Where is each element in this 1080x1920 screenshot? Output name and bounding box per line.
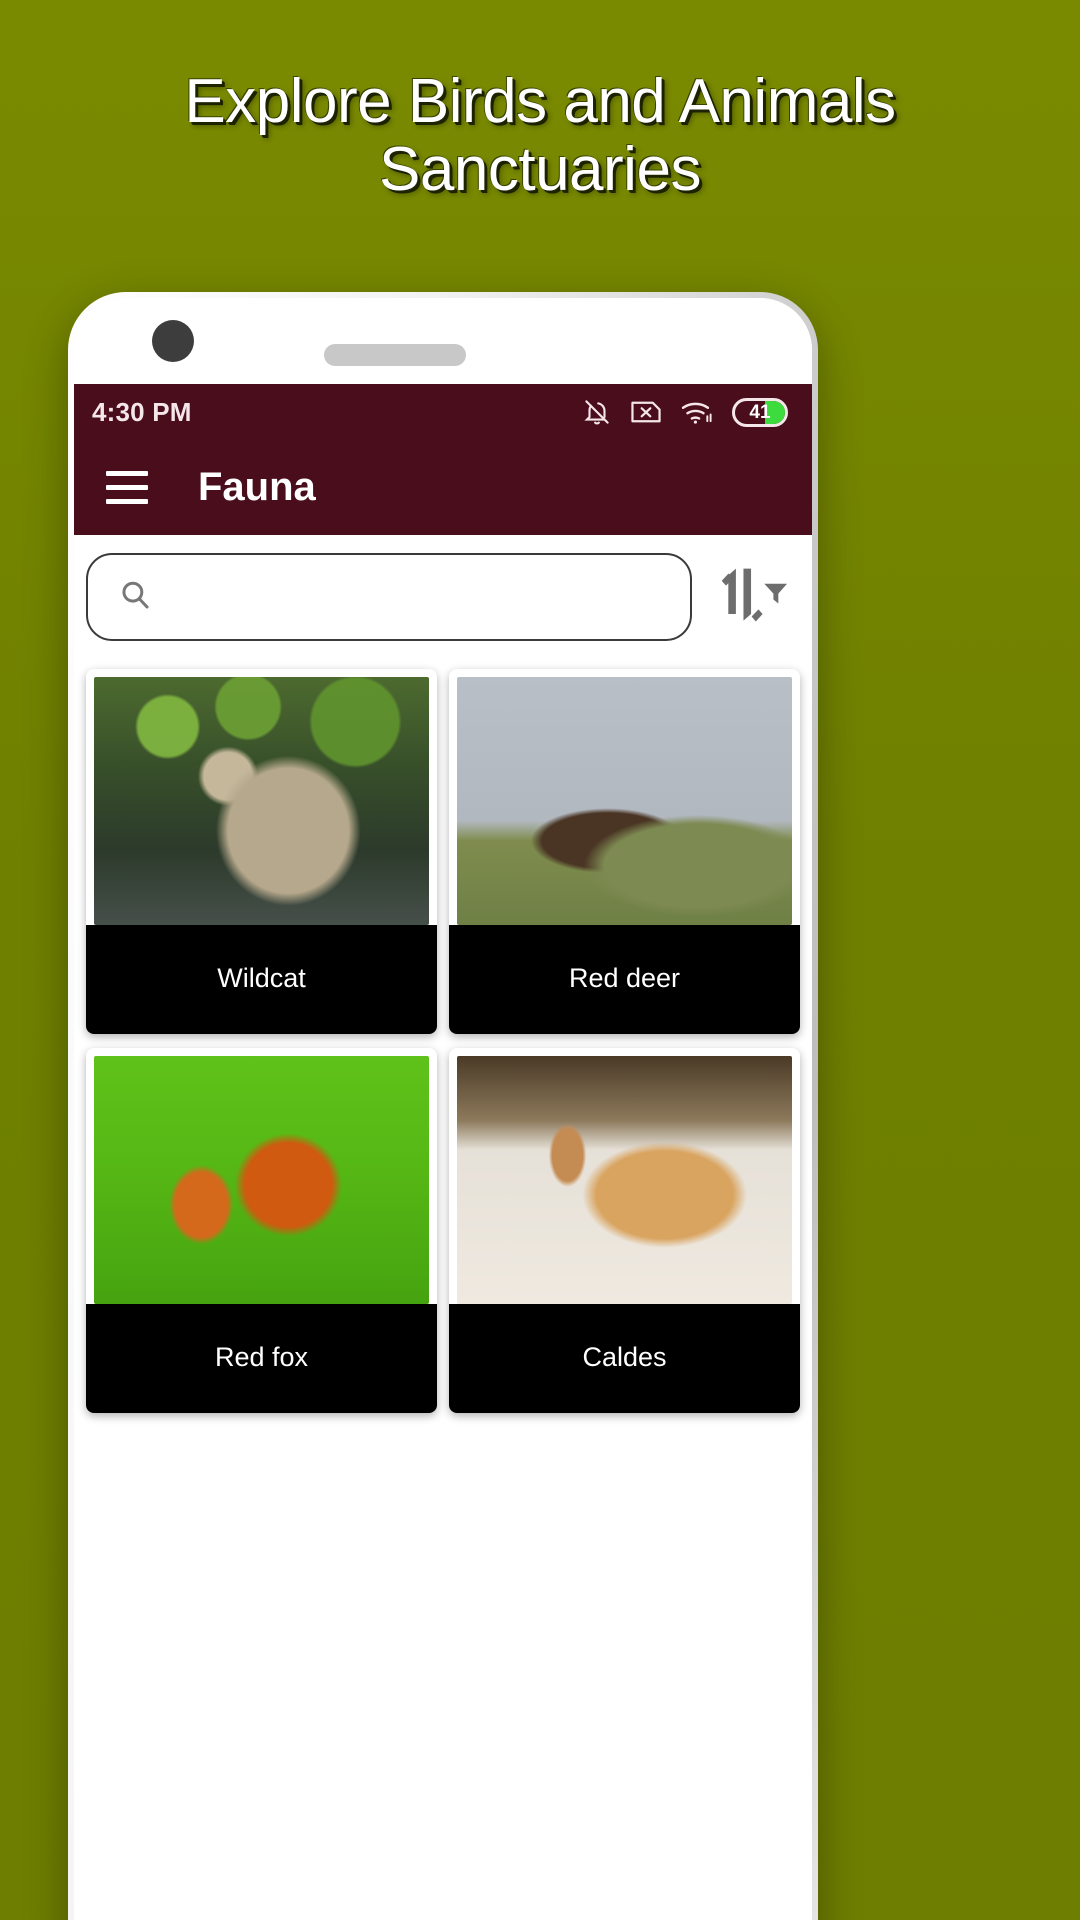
animal-photo xyxy=(94,1056,429,1304)
status-bar: 4:30 PM 41 xyxy=(74,384,812,440)
earpiece-speaker xyxy=(324,344,466,366)
search-input[interactable] xyxy=(168,581,690,613)
animal-card-grid: Wildcat Red deer Red fox Caldes xyxy=(74,655,812,1413)
notifications-off-icon xyxy=(582,396,612,428)
battery-level-text: 41 xyxy=(749,401,771,423)
animal-card[interactable]: Red deer xyxy=(449,669,800,1034)
app-bar-title: Fauna xyxy=(198,465,316,509)
hamburger-bar xyxy=(106,499,148,504)
phone-mockup-frame: 4:30 PM 41 Fauna Wildcat Red deer Red fo… xyxy=(68,292,818,1920)
status-time: 4:30 PM xyxy=(92,396,192,427)
animal-photo xyxy=(457,677,792,925)
animal-card[interactable]: Wildcat xyxy=(86,669,437,1034)
animal-photo xyxy=(457,1056,792,1304)
app-screen: 4:30 PM 41 Fauna Wildcat Red deer Red fo… xyxy=(74,384,812,1920)
wifi-icon xyxy=(680,398,714,426)
app-bar: Fauna xyxy=(74,440,812,535)
animal-card-label: Red fox xyxy=(86,1304,437,1413)
animal-card-label: Wildcat xyxy=(86,925,437,1034)
sort-filter-icon[interactable] xyxy=(692,566,812,628)
hamburger-menu-icon[interactable] xyxy=(106,471,148,504)
animal-card-label: Caldes xyxy=(449,1304,800,1413)
promo-headline: Explore Birds and Animals Sanctuaries xyxy=(184,67,896,205)
animal-card[interactable]: Caldes xyxy=(449,1048,800,1413)
search-row xyxy=(74,535,812,655)
phone-screen-bezel: 4:30 PM 41 Fauna Wildcat Red deer Red fo… xyxy=(74,298,812,1920)
animal-photo xyxy=(94,677,429,925)
battery-indicator: 41 xyxy=(732,397,788,427)
hamburger-bar xyxy=(106,471,148,476)
status-icon-group: 41 xyxy=(582,396,788,428)
phone-hardware-top xyxy=(74,298,812,384)
animal-card-label: Red deer xyxy=(449,925,800,1034)
hamburger-bar xyxy=(106,485,148,490)
sim-card-error-icon xyxy=(630,398,662,426)
animal-card[interactable]: Red fox xyxy=(86,1048,437,1413)
front-camera-icon xyxy=(152,320,194,362)
search-box[interactable] xyxy=(86,553,692,641)
search-icon xyxy=(118,578,152,617)
